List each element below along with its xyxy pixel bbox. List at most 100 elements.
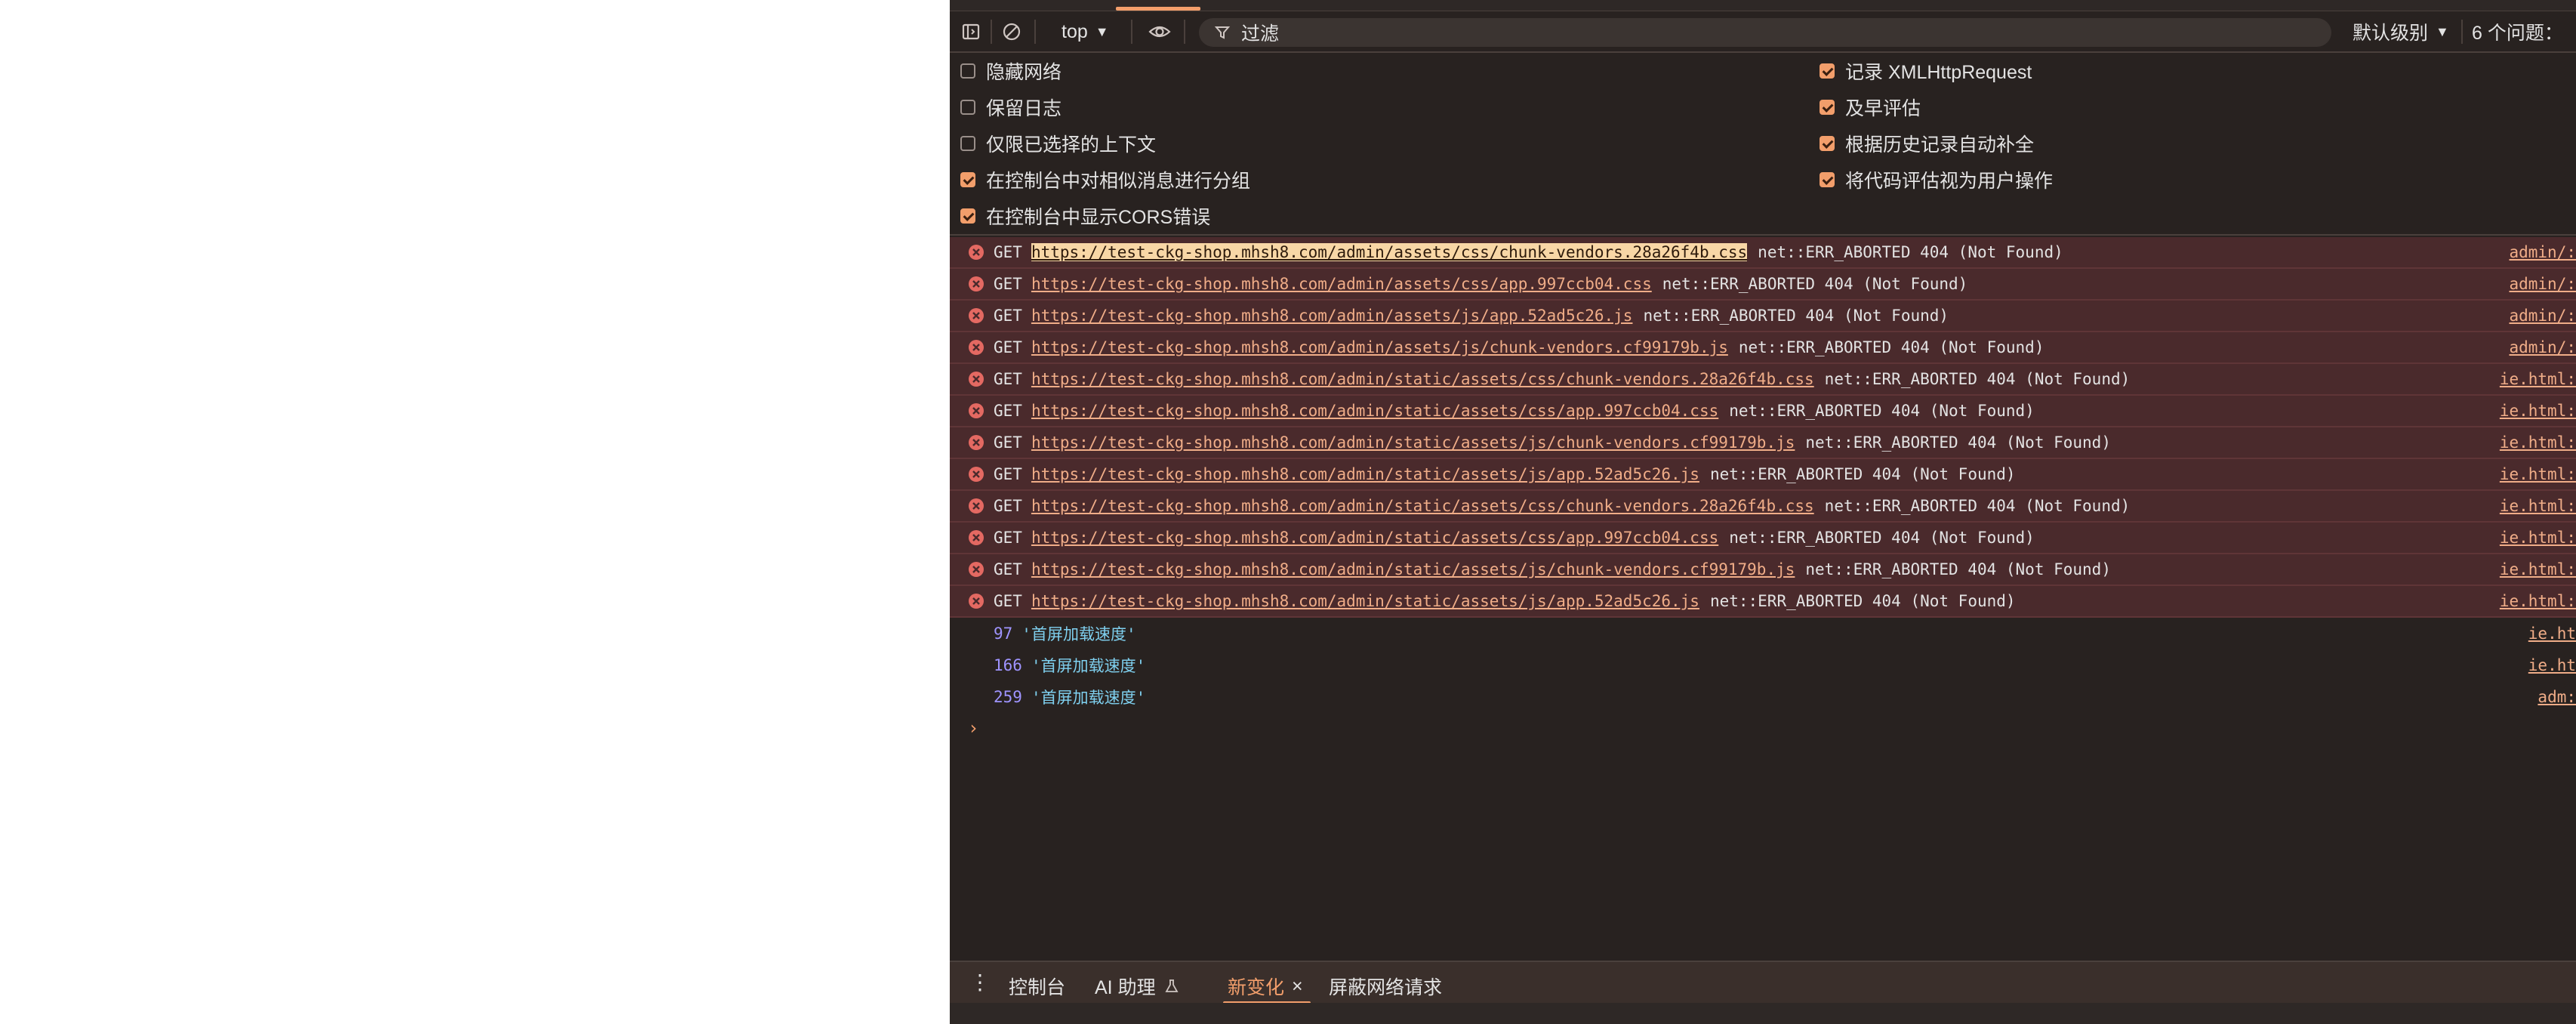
setting-selected-context-only[interactable]: 仅限已选择的上下文 [960,128,1156,159]
request-method: GET [994,560,1022,578]
issues-counter[interactable]: 6 个问题： [2472,18,2563,45]
tab-console[interactable]: 控制台 [1009,971,1065,1001]
sidebar-toggle-icon[interactable] [957,18,984,45]
error-message: net::ERR_ABORTED 404 (Not Found) [1824,370,2131,388]
chevron-down-icon: ▼ [2436,23,2449,39]
source-link[interactable]: ie.html: [2494,465,2576,483]
checkbox[interactable] [960,63,975,79]
error-message: net::ERR_ABORTED 404 (Not Found) [1662,275,1968,293]
request-url-link[interactable]: https://test-ckg-shop.mhsh8.com/admin/as… [1031,307,1633,325]
live-expression-eye-icon[interactable] [1146,18,1173,45]
source-link[interactable]: ie.html: [2494,529,2576,547]
request-url-link[interactable]: https://test-ckg-shop.mhsh8.com/admin/as… [1031,338,1728,356]
devtools-panel: top ▼ 过滤 默认级别 ▼ 6 个问题： 隐藏网络 保留日志 仅限已选择的上下文… [950,0,2576,1024]
drawer-content-area [950,1003,2576,1024]
checkbox[interactable] [1820,100,1835,115]
toolbar-divider [1131,20,1132,44]
request-url-link[interactable]: https://test-ckg-shop.mhsh8.com/admin/st… [1031,592,1699,610]
request-url-link[interactable]: https://test-ckg-shop.mhsh8.com/admin/st… [1031,402,1718,420]
checkbox[interactable] [960,208,975,224]
console-error-row: GET https://test-ckg-shop.mhsh8.com/admin… [950,364,2576,396]
active-tab-indicator [1116,7,1200,11]
error-message: net::ERR_ABORTED 404 (Not Found) [1805,560,2111,578]
error-message: net::ERR_ABORTED 404 (Not Found) [1758,243,2063,261]
request-method: GET [994,592,1022,610]
console-error-row: GET https://test-ckg-shop.mhsh8.com/admin… [950,269,2576,301]
source-link[interactable]: ie.html: [2494,560,2576,578]
source-link[interactable]: ie.html: [2494,370,2576,388]
error-circle-icon [969,276,984,291]
request-url-link[interactable]: https://test-ckg-shop.mhsh8.com/admin/st… [1031,465,1699,483]
request-url-link[interactable]: https://test-ckg-shop.mhsh8.com/admin/st… [1031,560,1795,578]
setting-preserve-log[interactable]: 保留日志 [960,92,1062,122]
request-url-link[interactable]: https://test-ckg-shop.mhsh8.com/admin/as… [1031,243,1748,261]
source-link[interactable]: admin/: [2504,338,2576,356]
setting-autocomplete-history[interactable]: 根据历史记录自动补全 [1820,128,2034,159]
source-link[interactable]: ie.ht [2523,656,2576,674]
console-error-row: GET https://test-ckg-shop.mhsh8.com/admin… [950,237,2576,269]
request-method: GET [994,243,1022,261]
request-url-link[interactable]: https://test-ckg-shop.mhsh8.com/admin/as… [1031,275,1652,293]
request-method: GET [994,338,1022,356]
console-log-row: 97 '首屏加载速度' ie.ht [950,618,2576,649]
filter-icon [1214,26,1231,39]
request-url-link[interactable]: https://test-ckg-shop.mhsh8.com/admin/st… [1031,370,1814,388]
setting-label: 及早评估 [1845,98,1921,119]
console-error-row: GET https://test-ckg-shop.mhsh8.com/admin… [950,301,2576,332]
tab-network-request-blocking[interactable]: 屏蔽网络请求 [1329,971,1442,1001]
request-url-link[interactable]: https://test-ckg-shop.mhsh8.com/admin/st… [1031,433,1795,452]
console-prompt-input[interactable]: › [968,717,978,739]
setting-hide-network[interactable]: 隐藏网络 [960,56,1062,86]
checkbox[interactable] [1820,172,1835,187]
source-link[interactable]: admin/: [2504,307,2576,325]
setting-label: 仅限已选择的上下文 [986,134,1157,156]
clear-console-icon[interactable] [998,18,1025,45]
source-link[interactable]: admin/: [2504,243,2576,261]
setting-group-similar[interactable]: 在控制台中对相似消息进行分组 [960,165,1250,195]
request-method: GET [994,497,1022,515]
devtools-tab-strip [950,0,2576,11]
source-link[interactable]: ie.html: [2494,433,2576,452]
tab-label: 控制台 [1009,977,1066,998]
log-level-select[interactable]: 默认级别 ▼ [2353,18,2449,45]
setting-eager-evaluation[interactable]: 及早评估 [1820,92,1921,122]
request-url-link[interactable]: https://test-ckg-shop.mhsh8.com/admin/st… [1031,529,1718,547]
log-string: '首屏加载速度' [1021,625,1136,643]
request-url-link[interactable]: https://test-ckg-shop.mhsh8.com/admin/st… [1031,497,1814,515]
flask-icon [1165,979,1179,992]
error-circle-icon [969,403,984,418]
context-select-value: top [1062,20,1088,42]
request-method: GET [994,529,1022,547]
checkbox[interactable] [960,172,975,187]
console-error-row: GET https://test-ckg-shop.mhsh8.com/admin… [950,586,2576,618]
kebab-menu-icon[interactable]: ⋮ [969,970,991,995]
setting-show-cors-errors[interactable]: 在控制台中显示CORS错误 [960,201,1210,231]
source-link[interactable]: adm: [2533,688,2576,706]
source-link[interactable]: ie.html: [2494,592,2576,610]
filter-input[interactable]: 过滤 [1199,18,2331,47]
checkbox[interactable] [960,136,975,151]
setting-label: 隐藏网络 [986,62,1062,83]
console-error-row: GET https://test-ckg-shop.mhsh8.com/admin… [950,523,2576,554]
checkbox[interactable] [1820,63,1835,79]
source-link[interactable]: admin/: [2504,275,2576,293]
tab-label: 屏蔽网络请求 [1329,977,1443,998]
tab-ai-assistant[interactable]: AI 助理 [1095,971,1180,1001]
checkbox[interactable] [960,100,975,115]
context-select[interactable]: top ▼ [1062,18,1109,45]
source-link[interactable]: ie.ht [2523,625,2576,643]
error-circle-icon [969,594,984,609]
tab-whats-new[interactable]: 新变化 × [1223,971,1311,1004]
prompt-chevron-icon: › [968,717,979,739]
checkbox[interactable] [1820,136,1835,151]
source-link[interactable]: ie.html: [2494,402,2576,420]
console-error-row: GET https://test-ckg-shop.mhsh8.com/admin… [950,554,2576,586]
tab-label: 新变化 [1228,977,1285,998]
tab-label: AI 助理 [1095,977,1156,998]
toolbar-divider [1034,20,1036,44]
setting-log-xhr[interactable]: 记录 XMLHttpRequest [1820,56,2032,86]
close-icon[interactable]: × [1292,976,1303,998]
source-link[interactable]: ie.html: [2494,497,2576,515]
setting-treat-eval-as-user-action[interactable]: 将代码评估视为用户操作 [1820,165,2053,195]
log-level-value: 默认级别 [2353,23,2429,44]
